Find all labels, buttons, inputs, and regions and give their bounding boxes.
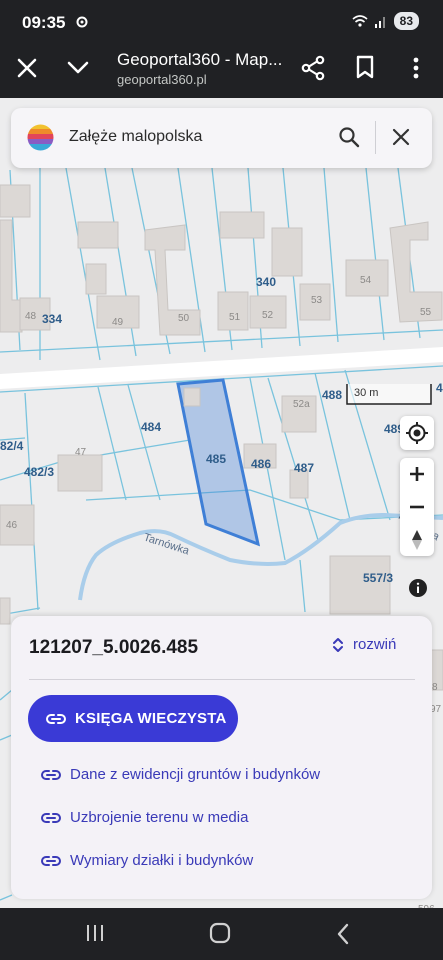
search-icon[interactable] — [338, 126, 360, 148]
plus-icon — [410, 467, 424, 481]
close-icon[interactable] — [16, 57, 38, 79]
link-label: Uzbrojenie terenu w media — [70, 809, 249, 826]
my-location-icon — [406, 422, 428, 444]
system-navigation-bar — [0, 908, 443, 960]
link-icon — [41, 855, 61, 866]
building-number: 52 — [262, 310, 274, 321]
status-time: 09:35 — [22, 13, 66, 32]
link-dimensions[interactable]: Wymiary działki i budynków — [41, 852, 253, 869]
land-register-button[interactable]: KSIĘGA WIECZYSTA — [28, 695, 238, 742]
building-number: 55 — [420, 307, 432, 318]
settings-gear-icon — [76, 16, 88, 28]
search-input[interactable]: Załęże malopolska — [69, 128, 202, 146]
wifi-icon — [352, 15, 368, 27]
parcel-label: 82/4 — [0, 439, 24, 453]
parcel-label: 484 — [141, 420, 161, 434]
building-number: 8 — [432, 682, 438, 693]
scale-label: 30 m — [354, 387, 379, 399]
back-icon[interactable] — [336, 923, 350, 945]
parcel-label: 487 — [294, 461, 314, 475]
compass-button[interactable] — [400, 524, 434, 556]
parcel-label: 340 — [256, 275, 276, 289]
link-label: Wymiary działki i budynków — [70, 852, 254, 869]
more-vert-icon[interactable] — [409, 56, 423, 80]
zoom-controls — [400, 458, 434, 556]
building-number: 49 — [112, 317, 124, 328]
parcel-label: 488 — [322, 388, 342, 402]
parcel-id: 121207_5.0026.485 — [29, 637, 199, 658]
bookmark-icon[interactable] — [355, 55, 375, 79]
river-name: Tarnówka — [142, 531, 191, 557]
search-bar[interactable]: Załęże malopolska — [11, 108, 432, 168]
signal-icon — [374, 17, 385, 28]
building-number: 46 — [6, 520, 18, 531]
building-number: 48 — [25, 311, 37, 322]
battery-indicator: 83 — [393, 12, 419, 30]
parcel-label: 482/3 — [24, 465, 54, 479]
status-bar: 09:35 83 — [0, 0, 443, 44]
divider — [29, 679, 415, 680]
link-icon — [41, 812, 61, 823]
divider — [375, 121, 376, 154]
expand-label: rozwiń — [353, 636, 397, 653]
recent-apps-icon[interactable] — [85, 924, 105, 942]
page-title: Geoportal360 - Map... — [117, 50, 282, 69]
locate-button[interactable] — [400, 416, 434, 450]
compass-icon — [412, 530, 422, 550]
building-number: 47 — [75, 447, 87, 458]
building-number: 51 — [229, 312, 241, 323]
minus-icon — [410, 505, 424, 509]
building-number: 53 — [311, 295, 323, 306]
page-url: geoportal360.pl — [117, 72, 207, 87]
close-icon[interactable] — [391, 127, 411, 147]
custom-tab-toolbar: Geoportal360 - Map... geoportal360.pl — [0, 44, 443, 98]
chevron-down-icon[interactable] — [66, 58, 90, 78]
home-icon[interactable] — [209, 922, 231, 944]
geoportal-logo-icon — [27, 124, 54, 151]
parcel-label: 557/3 — [363, 571, 393, 585]
link-icon — [41, 769, 61, 780]
unfold-icon — [333, 637, 343, 652]
building-number: 52a — [293, 399, 310, 410]
building-number: 54 — [360, 275, 372, 286]
map-scale: 30 m — [346, 382, 432, 406]
expand-button[interactable]: rozwiń — [333, 636, 396, 653]
parcel-info-panel: 121207_5.0026.485 rozwiń KSIĘGA WIECZYST… — [11, 616, 432, 899]
building-number: 50 — [178, 313, 190, 324]
parcel-label: 334 — [42, 312, 62, 326]
land-register-label: KSIĘGA WIECZYSTA — [75, 710, 227, 727]
share-icon[interactable] — [301, 55, 325, 81]
zoom-out-button[interactable] — [400, 491, 434, 523]
selected-parcel-building — [183, 387, 201, 407]
link-label: Dane z ewidencji gruntów i budynków — [70, 766, 321, 783]
parcel-label: 486 — [251, 457, 271, 471]
link-icon — [46, 713, 66, 724]
info-icon[interactable] — [408, 578, 428, 598]
parcel-label: 4 — [436, 381, 443, 395]
parcel-label: 485 — [206, 452, 226, 466]
link-land-records[interactable]: Dane z ewidencji gruntów i budynków — [41, 766, 320, 783]
zoom-in-button[interactable] — [400, 458, 434, 490]
link-utilities[interactable]: Uzbrojenie terenu w media — [41, 809, 248, 826]
